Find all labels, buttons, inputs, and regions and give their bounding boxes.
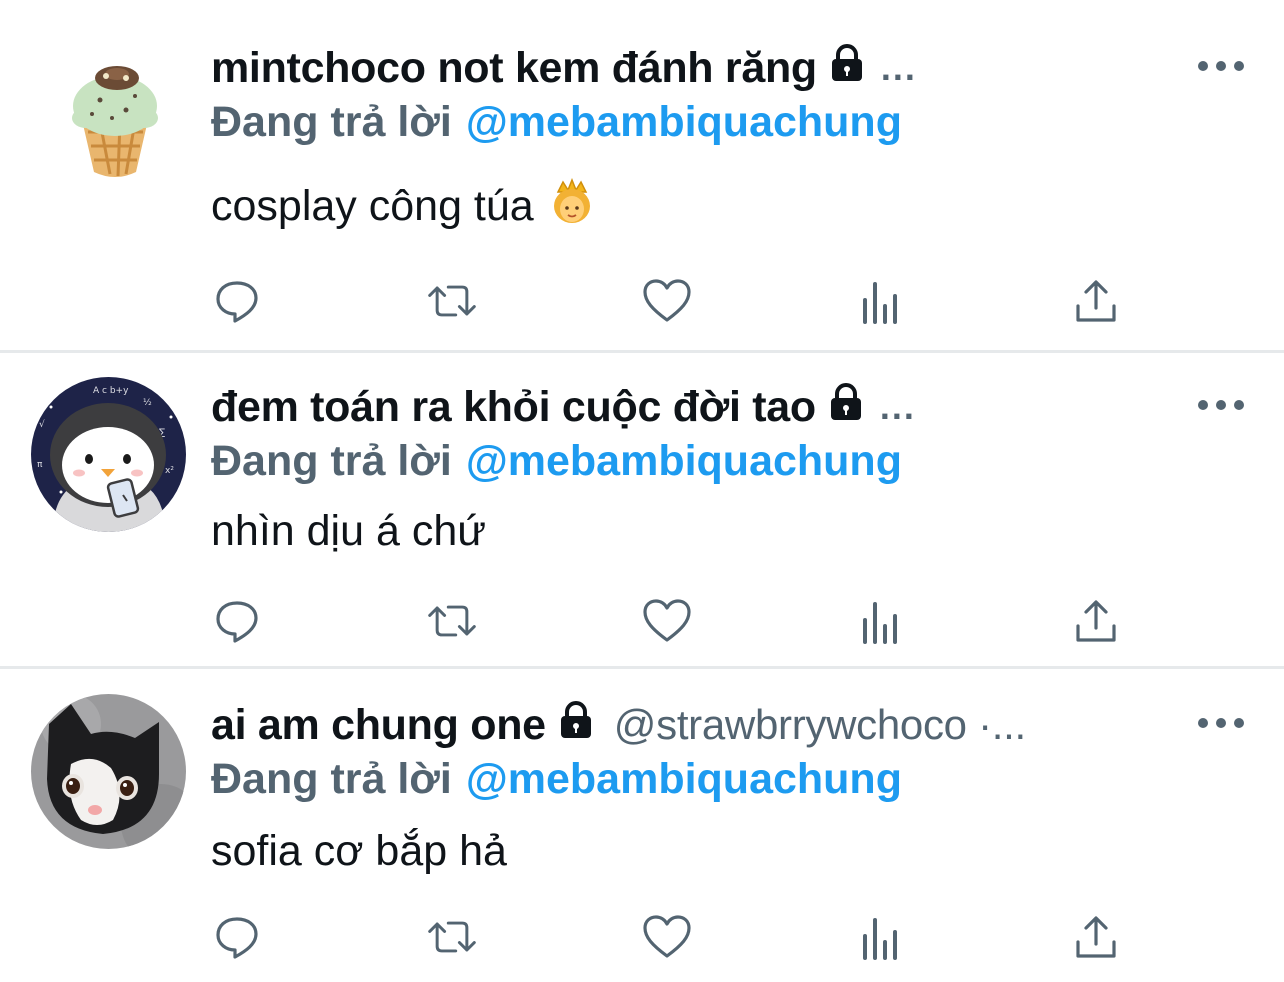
share-icon[interactable] <box>1070 595 1122 647</box>
retweet-icon[interactable] <box>426 595 478 647</box>
more-options-icon[interactable] <box>1198 395 1244 415</box>
tweet-header: đem toán ra khỏi cuộc đời tao ... <box>211 377 916 437</box>
tweet-text: nhìn dịu á chứ <box>211 501 486 561</box>
display-name[interactable]: đem toán ra khỏi cuộc đời tao <box>211 383 816 432</box>
reply-icon[interactable] <box>211 595 263 647</box>
user-handle[interactable]: @strawbrrywchoco ·... <box>614 701 1026 749</box>
tweet-actions <box>0 275 1284 327</box>
tweet-header: ai am chung one @strawbrrywchoco ·... <box>211 695 1026 755</box>
tweet-3[interactable]: ai am chung one @strawbrrywchoco ·... Đa… <box>0 669 1284 982</box>
svg-text:½: ½ <box>143 398 152 408</box>
reply-prefix: Đang trả lời <box>211 754 452 803</box>
avatar[interactable] <box>31 694 186 849</box>
cat-avatar-icon <box>31 694 186 849</box>
tweet-text-content: sofia cơ bắp hả <box>211 826 507 875</box>
share-icon[interactable] <box>1070 275 1122 327</box>
svg-text:x²: x² <box>165 466 174 476</box>
lock-icon <box>826 382 866 433</box>
retweet-icon[interactable] <box>426 275 478 327</box>
avatar[interactable] <box>40 48 190 188</box>
svg-text:π: π <box>37 460 43 470</box>
display-name[interactable]: ai am chung one <box>211 701 546 750</box>
reply-prefix: Đang trả lời <box>211 97 452 146</box>
tweet-text-content: cosplay công túa <box>211 181 534 230</box>
views-icon[interactable] <box>855 275 907 327</box>
reply-context: Đang trả lời @mebambiquachung <box>211 751 902 807</box>
lock-icon <box>556 700 596 751</box>
tweet-actions <box>0 911 1284 963</box>
like-icon[interactable] <box>641 275 693 327</box>
avatar[interactable]: A c b+y ½ √ ∑ π x² <box>31 377 186 532</box>
ice-cream-avatar-icon <box>72 66 158 177</box>
views-icon[interactable] <box>855 595 907 647</box>
retweet-icon[interactable] <box>426 911 478 963</box>
reply-mention-link[interactable]: @mebambiquachung <box>466 755 902 804</box>
reply-prefix: Đang trả lời <box>211 436 452 485</box>
tweet-header: mintchoco not kem đánh răng ... <box>211 38 917 98</box>
views-icon[interactable] <box>855 911 907 963</box>
tweet-text-content: nhìn dịu á chứ <box>211 506 487 555</box>
tweet-text: sofia cơ bắp hả <box>211 821 507 881</box>
reply-context: Đang trả lời @mebambiquachung <box>211 94 902 150</box>
reply-icon[interactable] <box>211 911 263 963</box>
like-icon[interactable] <box>641 911 693 963</box>
reply-icon[interactable] <box>211 275 263 327</box>
more-options-icon[interactable] <box>1198 713 1244 733</box>
reply-mention-link[interactable]: @mebambiquachung <box>466 437 902 486</box>
reply-mention-link[interactable]: @mebambiquachung <box>466 98 902 147</box>
like-icon[interactable] <box>641 595 693 647</box>
tweet-2[interactable]: A c b+y ½ √ ∑ π x² đem toán ra khỏi cuộc… <box>0 353 1284 666</box>
svg-text:A c b+y: A c b+y <box>93 386 129 396</box>
lock-icon <box>827 43 867 94</box>
penguin-avatar-icon: A c b+y ½ √ ∑ π x² <box>31 377 186 532</box>
share-icon[interactable] <box>1070 911 1122 963</box>
tweet-text: cosplay công túa <box>211 176 594 236</box>
name-overflow: ... <box>879 386 916 427</box>
svg-text:√: √ <box>39 419 45 430</box>
tweet-actions <box>0 595 1284 647</box>
name-overflow: ... <box>880 47 917 88</box>
reply-context: Đang trả lời @mebambiquachung <box>211 433 902 489</box>
princess-emoji-icon <box>550 177 594 235</box>
more-options-icon[interactable] <box>1198 56 1244 76</box>
tweet-1[interactable]: mintchoco not kem đánh răng ... Đang trả… <box>0 0 1284 350</box>
display-name[interactable]: mintchoco not kem đánh răng <box>211 44 817 93</box>
